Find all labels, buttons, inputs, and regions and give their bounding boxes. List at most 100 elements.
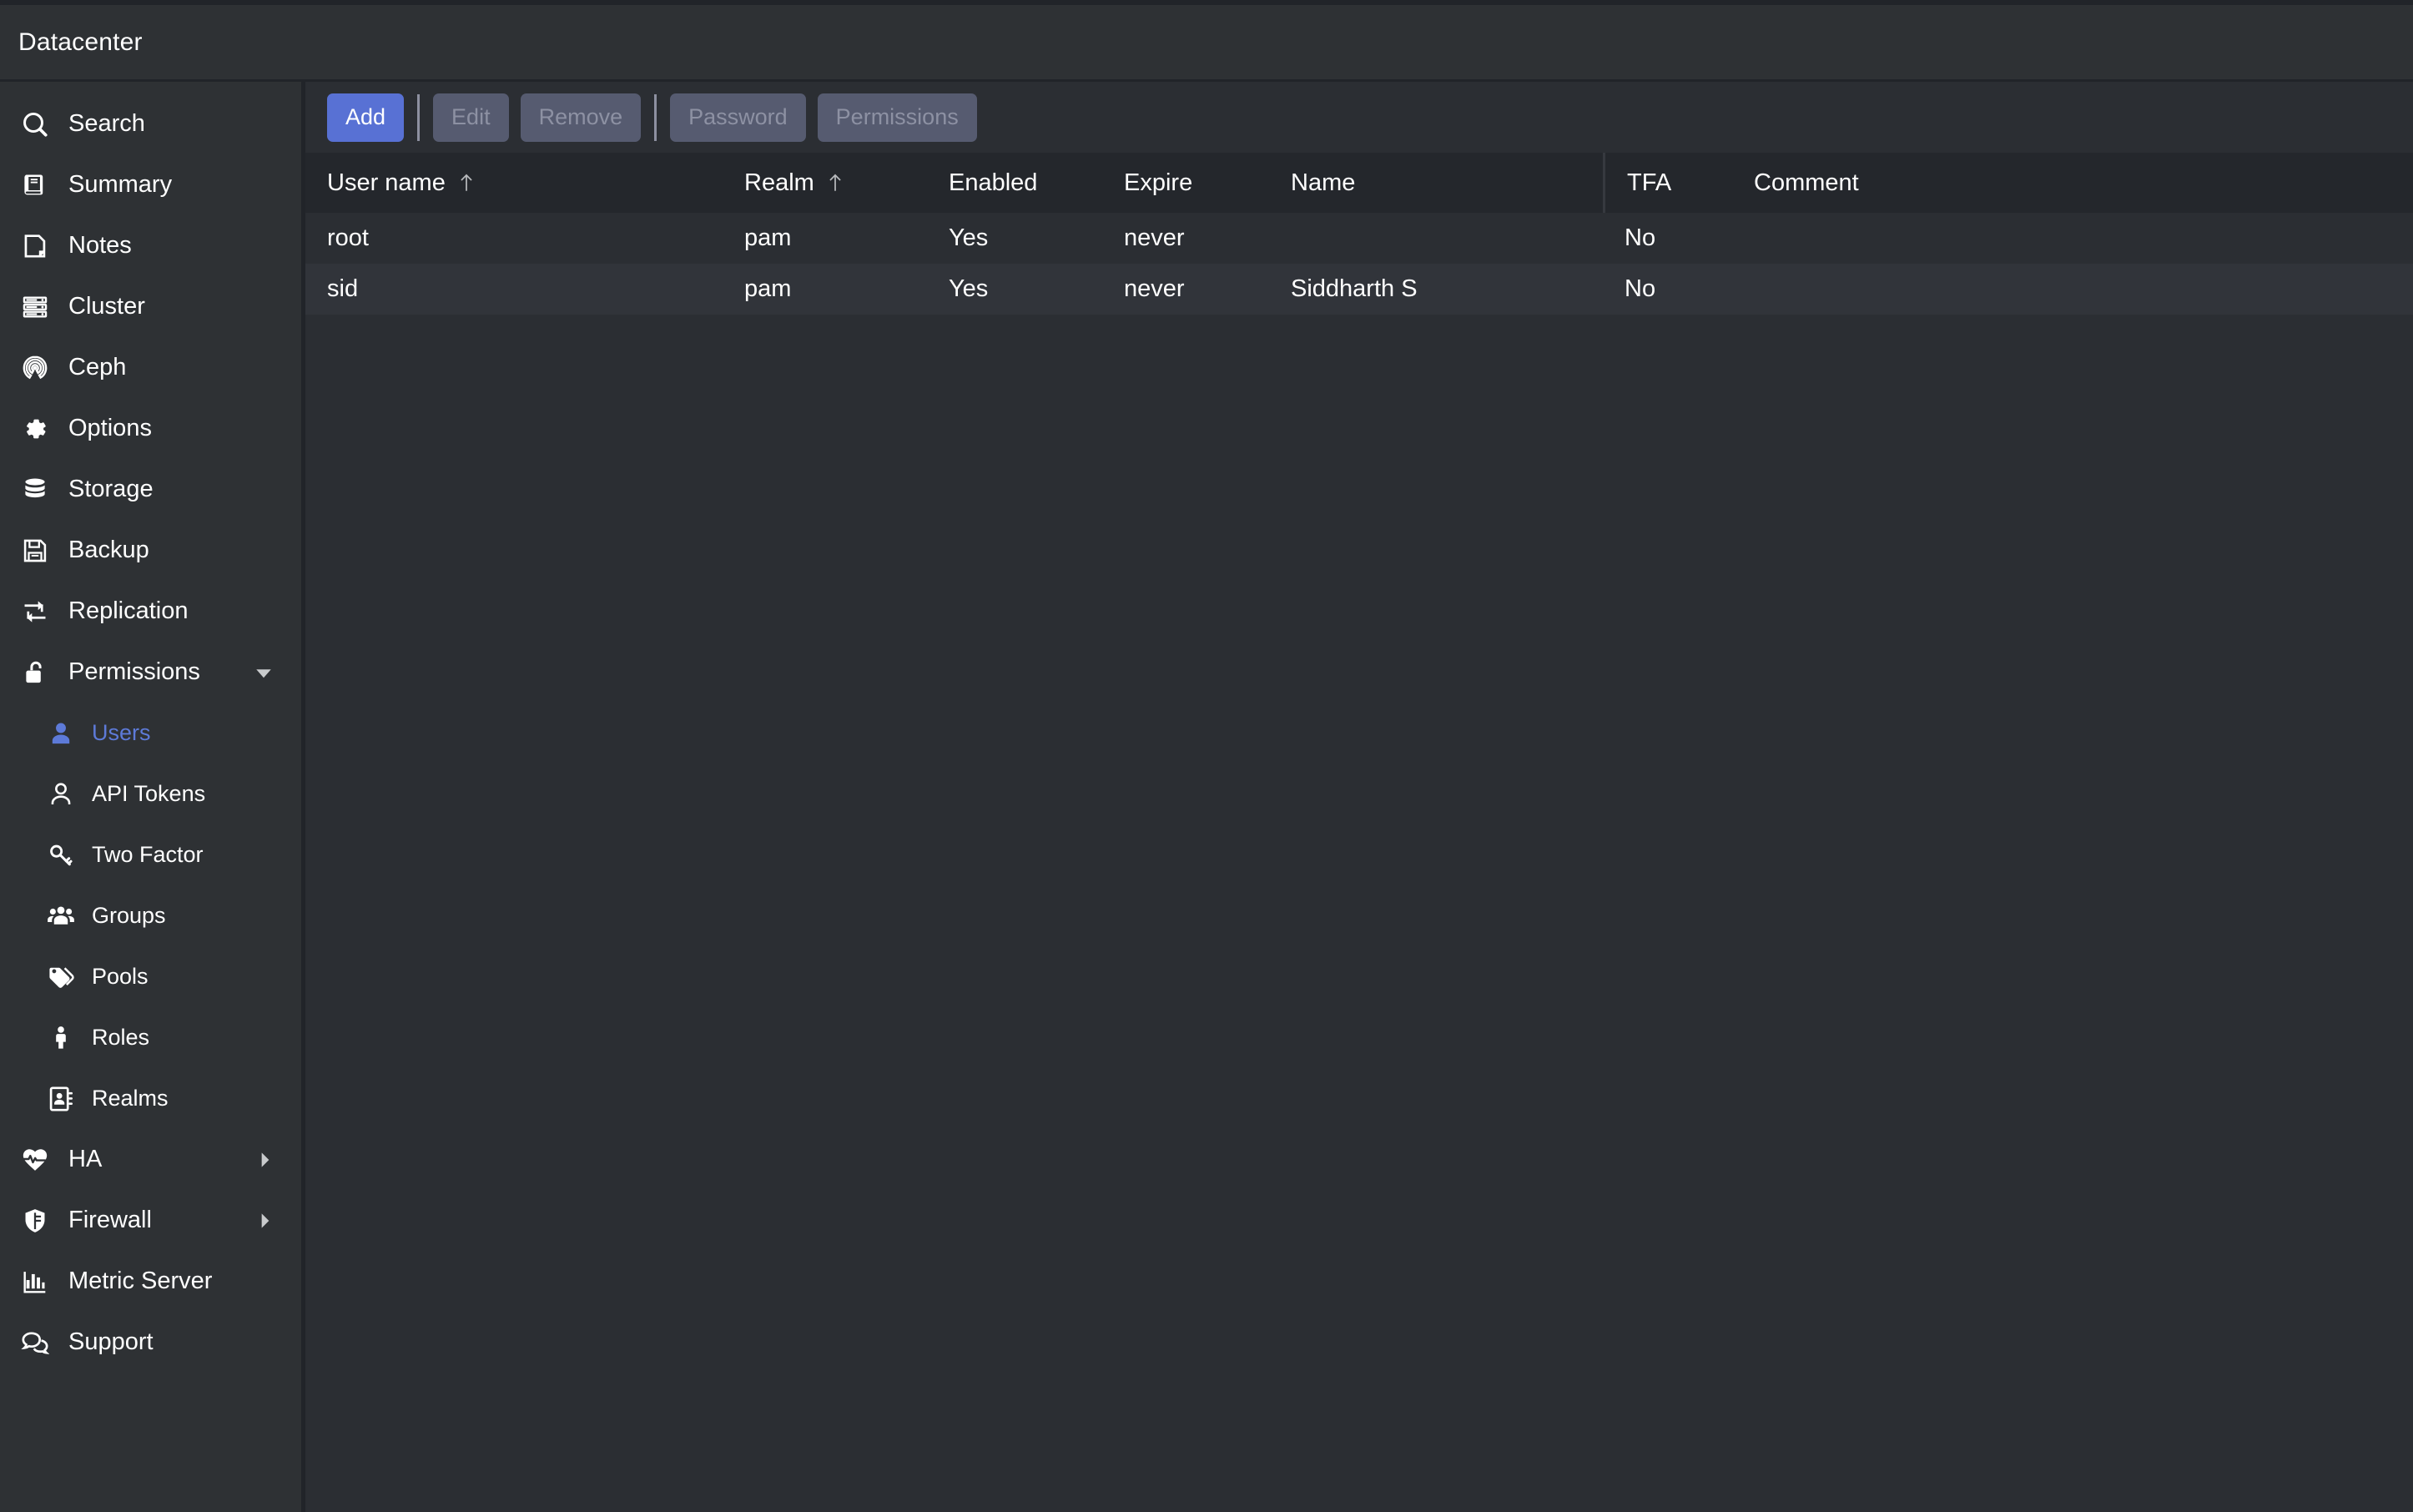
- page-title: Datacenter: [18, 28, 143, 56]
- table-header-expire[interactable]: Expire: [1102, 153, 1269, 213]
- table-header-label: TFA: [1627, 169, 1672, 196]
- table-header-label: User name: [327, 169, 446, 196]
- comments-icon: [12, 1328, 58, 1357]
- sidebar-item-backup[interactable]: Backup: [0, 520, 301, 581]
- table-cell-tfa: No: [1625, 275, 1656, 302]
- chevron-right-icon[interactable]: [254, 1149, 276, 1171]
- add-button[interactable]: Add: [327, 93, 405, 142]
- floppy-disk-icon: [12, 537, 58, 565]
- address-book-icon: [40, 1085, 82, 1113]
- database-icon: [12, 476, 58, 504]
- sidebar-nav: Search Summary Notes Cluster Ceph Options Stor…: [0, 82, 305, 1512]
- users-table: User name Realm Enabled Expire Name TFA Commen…: [305, 153, 2413, 1512]
- sidebar-item-label: Support: [68, 1328, 154, 1355]
- sidebar-item-cluster[interactable]: Cluster: [0, 276, 301, 337]
- table-header-comment[interactable]: Comment: [1732, 153, 2413, 213]
- sidebar-item-label: Options: [68, 415, 152, 441]
- chevron-down-icon[interactable]: [251, 660, 276, 685]
- sidebar-item-label: Replication: [68, 597, 189, 624]
- sort-asc-icon: [456, 170, 477, 195]
- sidebar-item-notes[interactable]: Notes: [0, 215, 301, 276]
- table-header-realm[interactable]: Realm: [723, 153, 927, 213]
- toolbar-separator: [654, 93, 657, 141]
- sidebar-item-label: Pools: [92, 964, 149, 989]
- sidebar-item-summary[interactable]: Summary: [0, 154, 301, 215]
- sidebar-item-label: Search: [68, 110, 145, 137]
- table-cell-expire: never: [1124, 224, 1185, 251]
- heartbeat-icon: [12, 1146, 58, 1174]
- sidebar-item-users[interactable]: Users: [0, 703, 301, 764]
- content-panel: Add Edit Remove Password Permissions User na…: [305, 82, 2413, 1512]
- sort-asc-icon: [824, 170, 846, 195]
- table-cell-realm: pam: [744, 275, 792, 302]
- sidebar-item-label: Summary: [68, 171, 173, 198]
- table-header-label: Enabled: [949, 169, 1038, 196]
- sidebar-item-label: Groups: [92, 903, 166, 928]
- sidebar-item-label: Notes: [68, 232, 132, 259]
- sidebar-item-options[interactable]: Options: [0, 398, 301, 459]
- table-cell-realm: pam: [744, 224, 792, 251]
- toolbar-separator: [417, 93, 421, 141]
- sidebar-item-ha[interactable]: HA: [0, 1129, 301, 1190]
- bar-chart-icon: [12, 1268, 58, 1296]
- sidebar-item-label: Cluster: [68, 293, 145, 320]
- sidebar-item-label: Two Factor: [92, 842, 204, 867]
- sidebar-item-realms[interactable]: Realms: [0, 1068, 301, 1129]
- table-cell-username: root: [327, 224, 369, 251]
- table-header-username[interactable]: User name: [305, 153, 723, 213]
- table-header-label: Realm: [744, 169, 814, 196]
- window-titlebar: Datacenter: [0, 0, 2413, 82]
- body-split: Search Summary Notes Cluster Ceph Options Stor…: [0, 82, 2413, 1512]
- remove-button: Remove: [520, 93, 642, 142]
- sidebar-item-label: Roles: [92, 1025, 150, 1050]
- unlock-icon: [12, 658, 58, 687]
- table-header-name[interactable]: Name: [1269, 153, 1603, 213]
- key-icon: [40, 841, 82, 869]
- chevron-right-icon[interactable]: [254, 1210, 276, 1232]
- table-header-tfa[interactable]: TFA: [1603, 153, 1732, 213]
- table-row[interactable]: sid pam Yes never Siddharth S No: [305, 264, 2413, 315]
- note-icon: [12, 232, 58, 260]
- sidebar-item-roles[interactable]: Roles: [0, 1007, 301, 1068]
- table-cell-name: Siddharth S: [1291, 275, 1418, 302]
- tags-icon: [40, 963, 82, 991]
- sidebar-item-label: Metric Server: [68, 1268, 213, 1294]
- sidebar-item-search[interactable]: Search: [0, 93, 301, 154]
- sidebar-item-label: Backup: [68, 537, 149, 563]
- sidebar-item-two-factor[interactable]: Two Factor: [0, 824, 301, 885]
- sidebar-item-permissions[interactable]: Permissions: [0, 642, 301, 703]
- sidebar-item-replication[interactable]: Replication: [0, 581, 301, 642]
- sidebar-item-storage[interactable]: Storage: [0, 459, 301, 520]
- sidebar-item-metric-server[interactable]: Metric Server: [0, 1251, 301, 1312]
- permissions-button: Permissions: [817, 93, 977, 142]
- sidebar-item-label: API Tokens: [92, 781, 206, 806]
- table-toolbar: Add Edit Remove Password Permissions: [305, 82, 2413, 153]
- table-cell-tfa: No: [1625, 224, 1656, 251]
- table-cell-enabled: Yes: [949, 224, 989, 251]
- table-body: root pam Yes never No sid pam Yes never Siddharth…: [305, 213, 2413, 315]
- sidebar-item-ceph[interactable]: Ceph: [0, 337, 301, 398]
- app-window: Datacenter Search Summary Notes Cluster Ceph…: [0, 0, 2413, 1512]
- sidebar-item-label: Storage: [68, 476, 154, 502]
- book-icon: [12, 171, 58, 199]
- sidebar-item-support[interactable]: Support: [0, 1312, 301, 1373]
- table-empty-space: [305, 315, 2413, 1512]
- table-cell-expire: never: [1124, 275, 1185, 302]
- table-header-label: Name: [1291, 169, 1356, 196]
- password-button: Password: [670, 93, 806, 142]
- sidebar-item-firewall[interactable]: Firewall: [0, 1190, 301, 1251]
- table-header-row: User name Realm Enabled Expire Name TFA Commen…: [305, 153, 2413, 213]
- gear-icon: [12, 415, 58, 443]
- sidebar-item-groups[interactable]: Groups: [0, 885, 301, 946]
- user-filled-icon: [40, 719, 82, 748]
- sidebar-item-pools[interactable]: Pools: [0, 946, 301, 1007]
- sidebar-item-api-tokens[interactable]: API Tokens: [0, 764, 301, 824]
- server-rack-icon: [12, 293, 58, 321]
- users-group-icon: [40, 902, 82, 930]
- sidebar-item-label: HA: [68, 1146, 103, 1172]
- table-row[interactable]: root pam Yes never No: [305, 213, 2413, 264]
- table-header-label: Expire: [1124, 169, 1193, 196]
- table-header-label: Comment: [1754, 169, 1859, 196]
- edit-button: Edit: [433, 93, 509, 142]
- table-header-enabled[interactable]: Enabled: [927, 153, 1102, 213]
